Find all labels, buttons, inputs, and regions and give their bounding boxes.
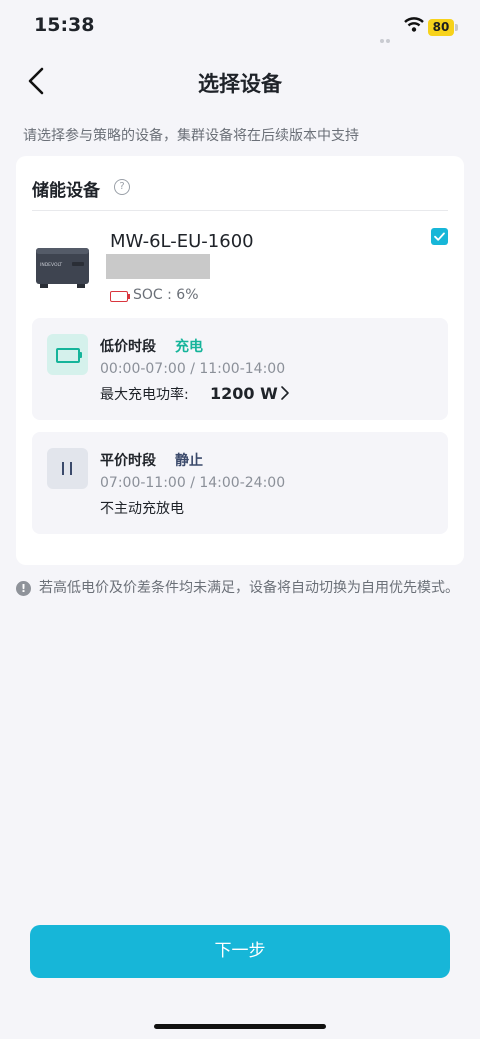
battery-charge-icon	[56, 348, 80, 363]
device-image: INDEVOLT	[34, 246, 91, 290]
pause-icon	[62, 462, 64, 475]
max-charge-power-label: 最大充电功率:	[100, 387, 189, 403]
wifi-icon	[404, 17, 424, 36]
pause-icon-bg	[47, 448, 88, 489]
device-redacted-info	[106, 254, 210, 279]
soc-text: SOC : 6%	[133, 287, 199, 303]
divider	[32, 210, 448, 211]
status-time: 15:38	[34, 14, 95, 36]
period-status: 充电	[175, 339, 203, 355]
pause-icon-bar	[70, 462, 72, 475]
device-brand-label: INDEVOLT	[40, 262, 62, 268]
battery-indicator: 80	[428, 19, 454, 36]
home-indicator	[154, 1024, 326, 1029]
low-battery-icon	[110, 291, 128, 302]
check-icon	[434, 232, 445, 241]
signal-icon	[380, 28, 398, 43]
max-charge-power-value[interactable]: 1200 W	[210, 384, 278, 403]
period-time: 07:00-11:00 / 14:00-24:00	[100, 475, 286, 491]
period-status: 静止	[175, 453, 203, 469]
info-icon: !	[16, 581, 31, 596]
next-step-button[interactable]: 下一步	[30, 925, 450, 978]
device-name: MW-6L-EU-1600	[110, 231, 254, 252]
help-icon[interactable]: ?	[114, 179, 130, 195]
device-checkbox[interactable]	[431, 228, 448, 245]
low-battery-tip	[128, 294, 130, 299]
chevron-right-icon[interactable]	[280, 385, 290, 405]
note-text: 若高低电价及价差条件均未满足，设备将自动切换为自用优先模式。	[39, 580, 459, 596]
page-title: 选择设备	[198, 72, 282, 96]
section-title: 储能设备	[32, 181, 100, 201]
battery-tip	[455, 24, 458, 31]
subtitle: 请选择参与策略的设备，集群设备将在后续版本中支持	[23, 128, 359, 144]
battery-charge-icon-tip	[79, 352, 82, 358]
period-time: 00:00-07:00 / 11:00-14:00	[100, 361, 286, 377]
period-desc: 不主动充放电	[100, 501, 184, 517]
period-name: 低价时段	[100, 339, 156, 355]
period-name: 平价时段	[100, 453, 156, 469]
